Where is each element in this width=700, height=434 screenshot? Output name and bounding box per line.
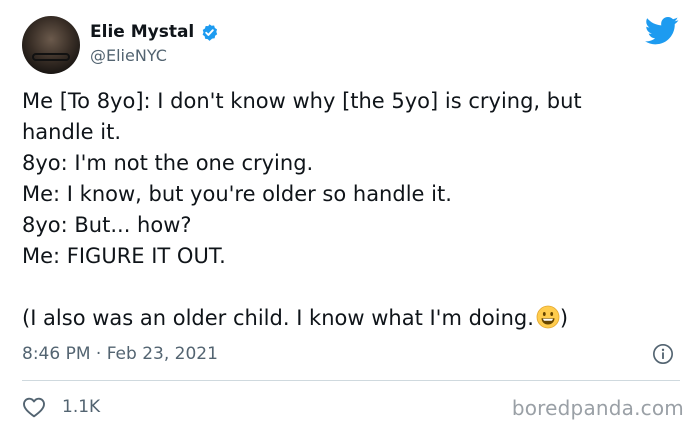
grinning-face-emoji-icon: [536, 305, 560, 329]
tweet-last-line: (I also was an older child. I know what …: [22, 303, 682, 334]
tweet-timestamp[interactable]: 8:46 PM · Feb 23, 2021: [22, 344, 218, 364]
tweet-closing-paren: ): [559, 306, 569, 330]
divider: [22, 380, 680, 381]
heart-icon[interactable]: [22, 396, 46, 418]
tweet-line: Me: FIGURE IT OUT.: [22, 244, 226, 268]
tweet-line: handle it.: [22, 120, 121, 144]
avatar-glasses: [32, 53, 70, 61]
twitter-bird-icon[interactable]: [645, 16, 679, 46]
author-name[interactable]: Elie Mystal: [90, 22, 194, 42]
boredpanda-watermark: boredpanda.com: [511, 396, 684, 420]
tweet-line: 8yo: But... how?: [22, 213, 192, 237]
tweet-line: 8yo: I'm not the one crying.: [22, 151, 314, 175]
author-name-row[interactable]: Elie Mystal: [90, 22, 219, 42]
tweet-text: Me [To 8yo]: I don't know why [the 5yo] …: [22, 86, 682, 334]
author-handle[interactable]: @ElieNYC: [90, 46, 167, 65]
tweet-line: Me: I know, but you're older so handle i…: [22, 182, 452, 206]
tweet-line: (I also was an older child. I know what …: [22, 306, 534, 330]
like-count[interactable]: 1.1K: [62, 397, 100, 417]
tweet-line: Me [To 8yo]: I don't know why [the 5yo] …: [22, 89, 582, 113]
avatar[interactable]: [22, 16, 80, 74]
verified-badge-icon: [202, 23, 218, 41]
info-icon[interactable]: [652, 343, 674, 365]
